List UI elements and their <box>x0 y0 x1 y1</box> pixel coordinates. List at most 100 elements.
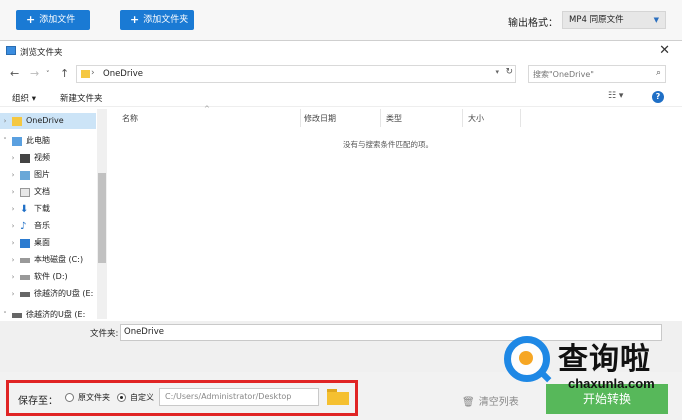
document-icon <box>20 187 30 197</box>
dialog-app-icon <box>6 46 16 55</box>
tree-item-label: 图片 <box>34 170 50 179</box>
custom-radio[interactable] <box>117 393 126 402</box>
chevron-down-icon[interactable]: ˅ <box>0 133 10 149</box>
chevron-right-icon[interactable]: › <box>8 150 18 166</box>
dropdown-arrow-icon: ▼ <box>653 16 659 24</box>
video-icon <box>20 153 30 163</box>
browse-folder-dialog: 浏览文件夹 ✕ ← → ˅ ↑ › OneDrive ▾ ↻ ⌕ 组织 ▾ 新建… <box>0 40 682 371</box>
add-folder-button[interactable]: + 添加文件夹 <box>120 10 194 30</box>
clear-list-label: 清空列表 <box>478 397 519 408</box>
chevron-right-icon[interactable]: › <box>8 269 18 285</box>
address-path: OneDrive <box>103 69 143 79</box>
tree-item-usb-e[interactable]: › 徐越济的U盘 (E: <box>8 286 104 302</box>
chevron-right-icon[interactable]: › <box>8 201 18 217</box>
tree-item-label: 视频 <box>34 153 50 162</box>
chevron-right-icon[interactable]: › <box>0 113 10 129</box>
tree-item-usb-e-root[interactable]: ˅ 徐越济的U盘 (E: <box>0 307 96 319</box>
chevron-right-icon[interactable]: › <box>8 235 18 251</box>
search-box: ⌕ <box>528 65 666 83</box>
back-arrow-icon[interactable]: ← <box>10 67 19 80</box>
close-icon[interactable]: ✕ <box>659 43 670 58</box>
command-bar: 组织 ▾ 新建文件夹 ☷ ▾ ? <box>0 87 682 107</box>
trash-icon: 🗑 <box>462 397 475 408</box>
tree-item-this-pc[interactable]: ˅ 此电脑 <box>0 133 96 149</box>
music-icon: ♪ <box>20 220 27 232</box>
scrollbar-thumb[interactable] <box>98 173 106 263</box>
save-to-label: 保存至： <box>18 396 58 407</box>
watermark-logo-icon <box>504 336 552 383</box>
output-format-label: 输出格式： <box>508 18 558 29</box>
tree-item-documents[interactable]: › 文档 <box>8 184 104 200</box>
add-file-button[interactable]: + 添加文件 <box>16 10 90 30</box>
save-location-highlight: 保存至： 原文件夹 自定义 C:/Users/Administrator/Des… <box>6 380 358 416</box>
chevron-right-icon[interactable]: › <box>8 252 18 268</box>
app-toolbar: + 添加文件 + 添加文件夹 输出格式： MP4 同原文件 ▼ <box>0 0 682 40</box>
address-bar[interactable]: › OneDrive ▾ ↻ <box>76 65 516 83</box>
tree-scrollbar[interactable] <box>97 109 107 319</box>
download-icon: ⬇ <box>20 203 29 215</box>
column-type[interactable]: 类型 <box>386 113 402 124</box>
output-format-select[interactable]: MP4 同原文件 ▼ <box>562 11 666 29</box>
chevron-right-icon[interactable]: › <box>8 218 18 234</box>
refresh-icon[interactable]: ↻ <box>505 67 513 77</box>
column-size[interactable]: 大小 <box>468 113 484 124</box>
add-file-label: 添加文件 <box>39 15 76 25</box>
usb-drive-icon <box>12 312 22 318</box>
column-divider[interactable] <box>380 109 381 127</box>
organize-menu[interactable]: 组织 ▾ <box>12 92 36 104</box>
chevron-right-icon[interactable]: › <box>8 184 18 200</box>
watermark-url: chaxunla.com <box>568 376 655 391</box>
tree-item-pictures[interactable]: › 图片 <box>8 167 104 183</box>
column-divider[interactable] <box>300 109 301 127</box>
chevron-right-icon[interactable]: › <box>8 286 18 302</box>
plus-icon: + <box>130 13 140 26</box>
save-path-input[interactable]: C:/Users/Administrator/Desktop <box>159 388 319 406</box>
column-name[interactable]: 名称 <box>122 113 138 124</box>
tree-item-music[interactable]: › ♪ 音乐 <box>8 218 104 234</box>
usb-drive-icon <box>20 291 30 297</box>
search-input[interactable] <box>529 66 639 82</box>
column-headers: 名称 ^ 修改日期 类型 大小 <box>108 105 682 127</box>
new-folder-button[interactable]: 新建文件夹 <box>60 92 103 104</box>
up-arrow-icon[interactable]: ↑ <box>60 67 69 80</box>
tree-item-label: 音乐 <box>34 221 50 230</box>
column-date[interactable]: 修改日期 <box>304 113 336 124</box>
tree-item-onedrive[interactable]: › OneDrive <box>0 113 96 129</box>
tree-item-label: 徐越济的U盘 (E: <box>26 310 86 319</box>
empty-message: 没有与搜索条件匹配的项。 <box>343 140 433 149</box>
tree-item-desktop[interactable]: › 桌面 <box>8 235 104 251</box>
tree-item-label: 下载 <box>34 204 50 213</box>
tree-item-videos[interactable]: › 视频 <box>8 150 104 166</box>
search-icon[interactable]: ⌕ <box>656 68 661 78</box>
help-icon[interactable]: ? <box>652 91 664 103</box>
output-format-value: MP4 同原文件 <box>569 15 624 25</box>
tree-item-label: 软件 (D:) <box>34 272 68 281</box>
sort-up-icon: ^ <box>204 105 210 113</box>
tree-item-drive-c[interactable]: › 本地磁盘 (C:) <box>8 252 104 268</box>
tree-item-downloads[interactable]: › ⬇ 下载 <box>8 201 104 217</box>
column-divider[interactable] <box>520 109 521 127</box>
chevron-right-icon[interactable]: › <box>8 167 18 183</box>
picture-icon <box>20 170 30 180</box>
navigation-tree: › OneDrive ˅ 此电脑 › 视频 › 图片 › 文档 › ⬇ 下载 ›… <box>0 109 108 319</box>
folder-browse-icon[interactable] <box>327 387 349 405</box>
tree-item-label: 桌面 <box>34 238 50 247</box>
tree-item-label: 此电脑 <box>26 136 50 145</box>
view-options-icon[interactable]: ☷ ▾ <box>608 91 623 101</box>
dialog-titlebar: 浏览文件夹 ✕ <box>0 41 682 61</box>
chevron-down-icon[interactable]: ˅ <box>0 307 10 319</box>
forward-arrow-icon[interactable]: → <box>30 67 39 80</box>
folder-label: 文件夹: <box>90 329 119 339</box>
chevron-down-icon[interactable]: ▾ <box>495 68 499 76</box>
tree-item-label: OneDrive <box>26 116 64 125</box>
drive-icon <box>20 257 30 263</box>
breadcrumb-chevron-icon: › <box>91 68 95 78</box>
original-folder-radio[interactable] <box>65 393 74 402</box>
watermark-text: 查询啦 <box>558 342 651 377</box>
history-chevron-icon[interactable]: ˅ <box>46 70 50 78</box>
plus-icon: + <box>26 13 36 26</box>
tree-item-label: 文档 <box>34 187 50 196</box>
column-divider[interactable] <box>462 109 463 127</box>
tree-item-drive-d[interactable]: › 软件 (D:) <box>8 269 104 285</box>
computer-icon <box>12 136 22 146</box>
